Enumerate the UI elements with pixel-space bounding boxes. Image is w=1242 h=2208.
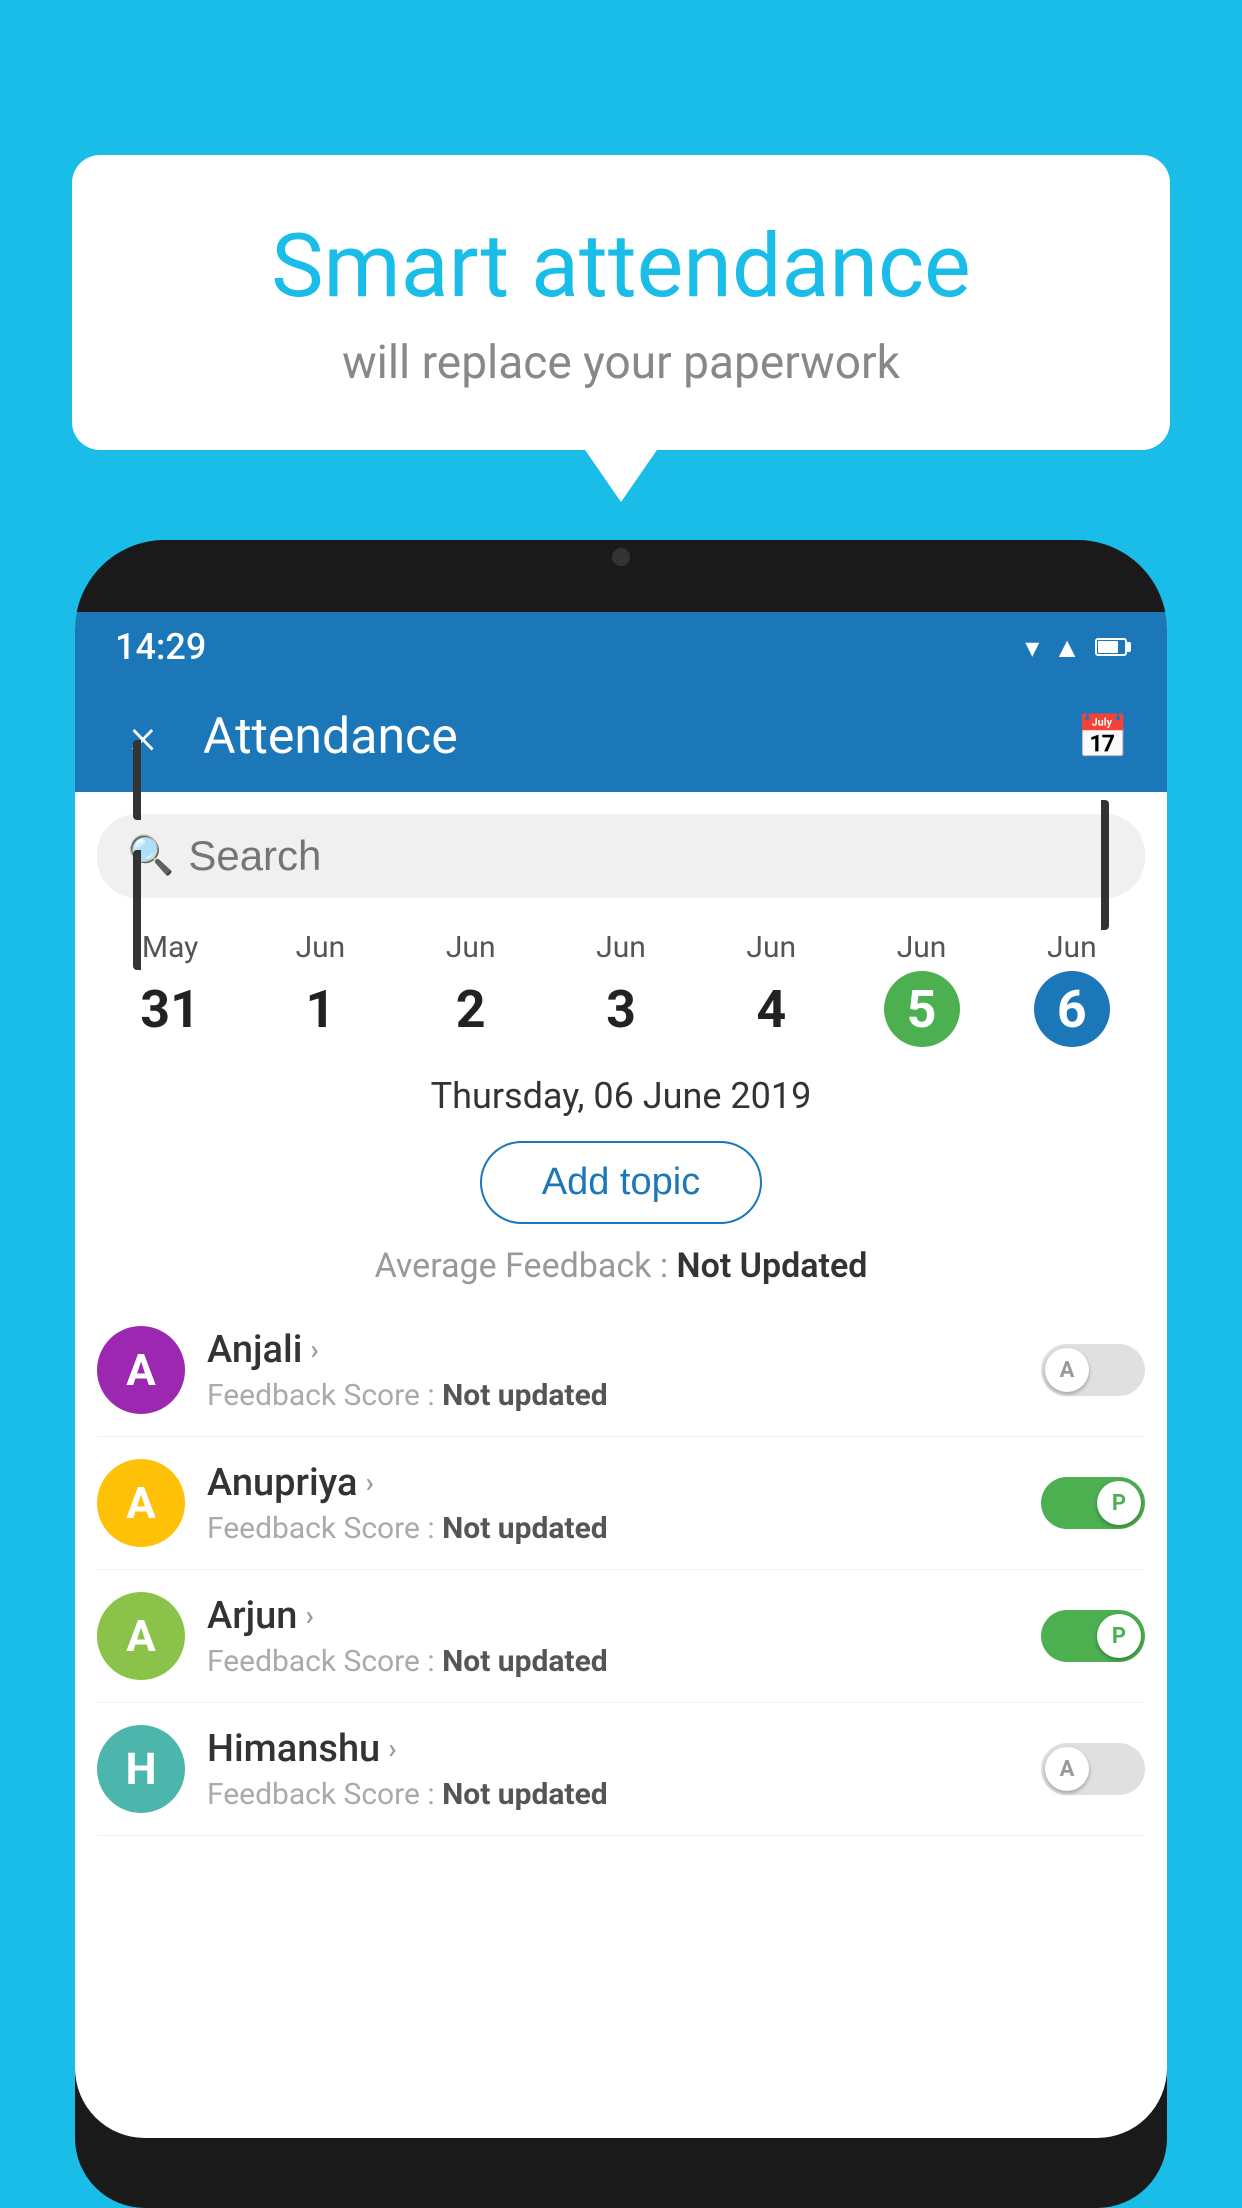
bubble-title: Smart attendance	[122, 215, 1120, 318]
date-item[interactable]: Jun 3	[546, 930, 696, 1047]
avatar: A	[97, 1326, 185, 1414]
date-number: 6	[1034, 971, 1110, 1047]
student-list: AAnjali ›Feedback Score : Not updatedAAA…	[75, 1304, 1167, 1836]
attendance-toggle[interactable]: P	[1041, 1477, 1145, 1529]
date-item[interactable]: May 31	[95, 930, 245, 1047]
feedback-score: Feedback Score : Not updated	[207, 1511, 1019, 1546]
student-info: Arjun › Feedback Score : Not updated	[207, 1594, 1019, 1679]
date-number: 4	[733, 971, 809, 1047]
toggle-knob: P	[1097, 1614, 1141, 1658]
student-item: A Anjali › Feedback Score : Not updated A	[97, 1304, 1145, 1437]
date-item[interactable]: Jun 6	[997, 930, 1147, 1047]
speech-bubble: Smart attendance will replace your paper…	[72, 155, 1170, 450]
feedback-score: Feedback Score : Not updated	[207, 1777, 1019, 1812]
phone-notch	[585, 540, 657, 572]
student-info: Himanshu › Feedback Score : Not updated	[207, 1727, 1019, 1812]
selected-date: Thursday, 06 June 2019	[75, 1057, 1167, 1127]
chevron-right-icon: ›	[388, 1732, 396, 1765]
phone-frame: 14:29 ▾ ▲ × Attendance 📅 🔍 May 31 Jun 1 Jun 2…	[75, 540, 1167, 2208]
date-item[interactable]: Jun 2	[396, 930, 546, 1047]
battery-icon	[1095, 638, 1127, 656]
toggle-knob: A	[1045, 1348, 1089, 1392]
date-number: 2	[433, 971, 509, 1047]
attendance-toggle[interactable]: A	[1041, 1743, 1145, 1795]
date-month: May	[95, 930, 245, 965]
student-item: H Himanshu › Feedback Score : Not updated A	[97, 1703, 1145, 1836]
avg-feedback-label: Average Feedback :	[375, 1246, 669, 1286]
attendance-toggle[interactable]: P	[1041, 1610, 1145, 1662]
student-info: Anjali › Feedback Score : Not updated	[207, 1328, 1019, 1413]
feedback-score: Feedback Score : Not updated	[207, 1378, 1019, 1413]
avatar: A	[97, 1592, 185, 1680]
date-item[interactable]: Jun 4	[696, 930, 846, 1047]
status-icons: ▾ ▲	[1025, 631, 1127, 664]
signal-icon: ▲	[1053, 631, 1081, 664]
search-bar[interactable]: 🔍	[97, 814, 1145, 898]
avatar: A	[97, 1459, 185, 1547]
add-topic-button[interactable]: Add topic	[480, 1141, 762, 1224]
date-number: 1	[282, 971, 358, 1047]
volume-down-button	[133, 850, 141, 970]
date-number: 5	[884, 971, 960, 1047]
toolbar-title: Attendance	[203, 708, 1047, 766]
date-strip: May 31 Jun 1 Jun 2 Jun 3 Jun 4 Jun 5 Jun 6	[75, 920, 1167, 1057]
wifi-icon: ▾	[1025, 631, 1039, 664]
app-toolbar: × Attendance 📅	[75, 682, 1167, 792]
avatar: H	[97, 1725, 185, 1813]
date-item[interactable]: Jun 5	[846, 930, 996, 1047]
date-number: 31	[132, 971, 208, 1047]
close-button[interactable]: ×	[113, 708, 173, 766]
average-feedback: Average Feedback : Not Updated	[75, 1238, 1167, 1304]
feedback-score: Feedback Score : Not updated	[207, 1644, 1019, 1679]
chevron-right-icon: ›	[365, 1466, 373, 1499]
search-input[interactable]	[188, 832, 1115, 880]
attendance-toggle[interactable]: A	[1041, 1344, 1145, 1396]
date-month: Jun	[846, 930, 996, 965]
student-name[interactable]: Anupriya ›	[207, 1461, 1019, 1505]
calendar-icon[interactable]: 📅	[1077, 713, 1129, 762]
student-name[interactable]: Arjun ›	[207, 1594, 1019, 1638]
app-content: 14:29 ▾ ▲ × Attendance 📅 🔍 May 31 Jun 1 Jun 2…	[75, 612, 1167, 2138]
student-name[interactable]: Anjali ›	[207, 1328, 1019, 1372]
power-button	[1101, 800, 1109, 930]
date-month: Jun	[245, 930, 395, 965]
status-bar: 14:29 ▾ ▲	[75, 612, 1167, 682]
date-number: 3	[583, 971, 659, 1047]
date-month: Jun	[546, 930, 696, 965]
chevron-right-icon: ›	[310, 1333, 318, 1366]
student-item: A Arjun › Feedback Score : Not updated P	[97, 1570, 1145, 1703]
status-time: 14:29	[115, 626, 206, 668]
date-month: Jun	[396, 930, 546, 965]
camera-dot	[612, 548, 630, 566]
student-info: Anupriya › Feedback Score : Not updated	[207, 1461, 1019, 1546]
chevron-right-icon: ›	[305, 1599, 313, 1632]
date-item[interactable]: Jun 1	[245, 930, 395, 1047]
phone-notch-area	[75, 540, 1167, 612]
date-month: Jun	[997, 930, 1147, 965]
volume-up-button	[133, 740, 141, 820]
date-month: Jun	[696, 930, 846, 965]
toggle-knob: P	[1097, 1481, 1141, 1525]
avg-feedback-value: Not Updated	[677, 1246, 868, 1286]
student-name[interactable]: Himanshu ›	[207, 1727, 1019, 1771]
toggle-knob: A	[1045, 1747, 1089, 1791]
student-item: A Anupriya › Feedback Score : Not updated P	[97, 1437, 1145, 1570]
bubble-subtitle: will replace your paperwork	[122, 336, 1120, 390]
